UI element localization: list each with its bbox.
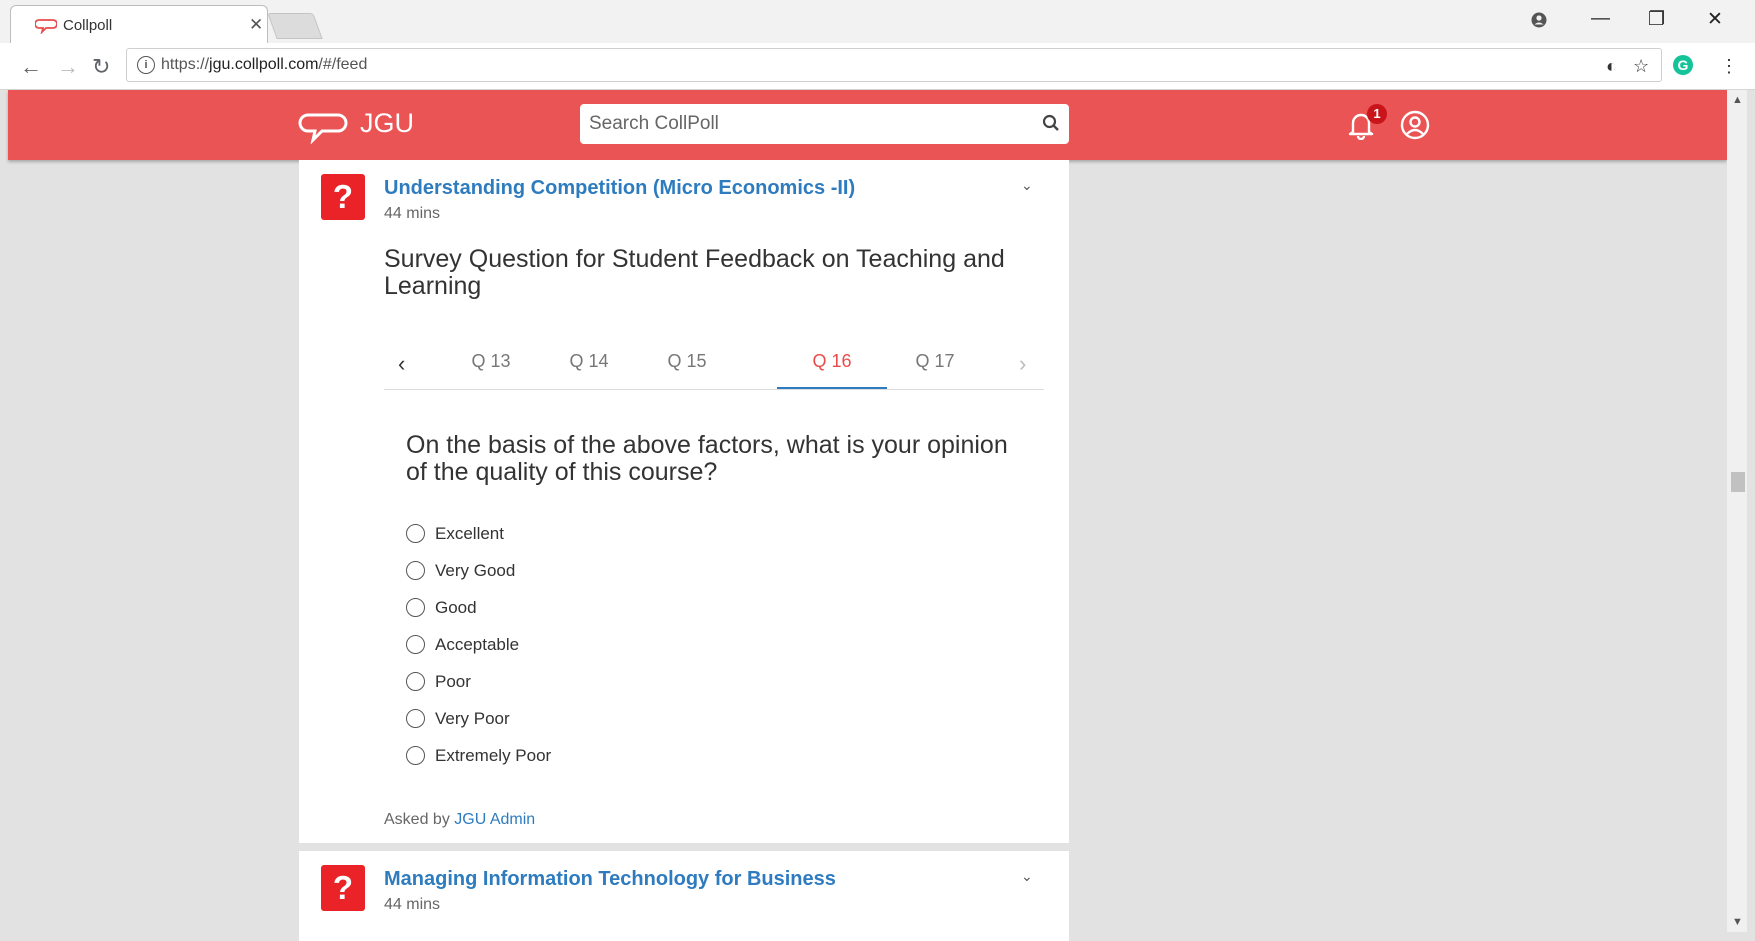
back-icon[interactable]: ←: [20, 54, 42, 80]
post-time: 44 mins: [384, 896, 441, 913]
radio-button[interactable]: [406, 635, 425, 654]
grammarly-extension-icon[interactable]: G: [1673, 55, 1693, 75]
post-time: 44 mins: [384, 205, 441, 222]
option-label[interactable]: Very Poor: [435, 709, 510, 729]
extension-icon[interactable]: ◐: [1606, 56, 1617, 77]
question-tabs: ‹ Q 13 Q 14 Q 15 Q 16 Q 17 ›: [384, 337, 1044, 390]
chevron-down-icon[interactable]: ⌄: [1021, 177, 1033, 194]
notification-count-badge: 1: [1367, 104, 1387, 124]
menu-dots-icon[interactable]: ⋮: [1720, 56, 1738, 77]
tab-q15[interactable]: Q 15: [632, 337, 742, 389]
url-text[interactable]: https://jgu.collpoll.com/#/feed: [161, 56, 367, 74]
radio-button[interactable]: [406, 524, 425, 543]
page-scrollbar[interactable]: ▲ ▼: [1727, 90, 1747, 932]
radio-button[interactable]: [406, 598, 425, 617]
option-label[interactable]: Extremely Poor: [435, 746, 551, 766]
tab-q14[interactable]: Q 14: [534, 337, 644, 389]
tabs-next-icon[interactable]: ›: [1019, 351, 1026, 377]
post-title[interactable]: Managing Information Technology for Busi…: [384, 868, 836, 891]
post-card: ? Managing Information Technology for Bu…: [299, 851, 1069, 941]
asked-by-link[interactable]: JGU Admin: [454, 811, 535, 828]
scroll-up-icon[interactable]: ▲: [1732, 94, 1743, 106]
search-icon[interactable]: [1042, 114, 1060, 132]
collpoll-favicon-icon: [35, 19, 57, 34]
option-label[interactable]: Excellent: [435, 524, 504, 544]
reload-icon[interactable]: ↻: [92, 54, 110, 80]
tab-q17[interactable]: Q 17: [880, 337, 990, 389]
search-input[interactable]: [580, 104, 1069, 144]
option-label[interactable]: Acceptable: [435, 635, 519, 655]
tabs-prev-icon[interactable]: ‹: [398, 351, 405, 377]
tab-close-icon[interactable]: ✕: [249, 15, 263, 35]
browser-tabbar: Collpoll ✕ — ❐ ✕: [0, 0, 1755, 43]
restore-icon[interactable]: ❐: [1648, 8, 1665, 31]
scroll-down-icon[interactable]: ▼: [1732, 916, 1743, 928]
asked-by: Asked by JGU Admin: [384, 811, 535, 829]
post-title[interactable]: Understanding Competition (Micro Economi…: [384, 177, 855, 200]
asked-by-label: Asked by: [384, 811, 450, 828]
bookmark-star-icon[interactable]: ☆: [1633, 56, 1649, 77]
survey-title: Survey Question for Student Feedback on …: [384, 245, 1005, 300]
address-bar-row: ← → ↻ i https://jgu.collpoll.com/#/feed …: [0, 43, 1755, 90]
omnibox[interactable]: i https://jgu.collpoll.com/#/feed: [126, 48, 1662, 82]
radio-button[interactable]: [406, 746, 425, 765]
option-label[interactable]: Very Good: [435, 561, 515, 581]
question-icon: ?: [321, 865, 365, 911]
close-window-icon[interactable]: ✕: [1707, 8, 1723, 31]
radio-button[interactable]: [406, 561, 425, 580]
option-label[interactable]: Poor: [435, 672, 471, 692]
tab-title: Collpoll: [63, 17, 113, 34]
radio-button[interactable]: [406, 672, 425, 691]
user-avatar-icon[interactable]: [1400, 110, 1430, 140]
tab-q16[interactable]: Q 16: [777, 337, 887, 389]
radio-button[interactable]: [406, 709, 425, 728]
brand-name[interactable]: JGU: [360, 108, 414, 139]
option-label[interactable]: Good: [435, 598, 477, 618]
scrollbar-thumb[interactable]: [1731, 472, 1745, 492]
site-info-icon[interactable]: i: [137, 56, 155, 74]
collpoll-logo-icon[interactable]: [298, 112, 348, 144]
forward-icon[interactable]: →: [57, 54, 79, 80]
survey-post-card: ? Understanding Competition (Micro Econo…: [299, 160, 1069, 843]
question-icon: ?: [321, 174, 365, 220]
minimize-icon[interactable]: —: [1591, 8, 1610, 30]
tab-q13[interactable]: Q 13: [436, 337, 546, 389]
app-header: JGU 1: [8, 90, 1727, 160]
question-text: On the basis of the above factors, what …: [406, 431, 1008, 486]
chevron-down-icon[interactable]: ⌄: [1021, 868, 1033, 885]
new-tab-button[interactable]: [267, 13, 323, 39]
browser-tab[interactable]: Collpoll ✕: [10, 5, 268, 43]
profile-icon[interactable]: [1531, 12, 1547, 28]
